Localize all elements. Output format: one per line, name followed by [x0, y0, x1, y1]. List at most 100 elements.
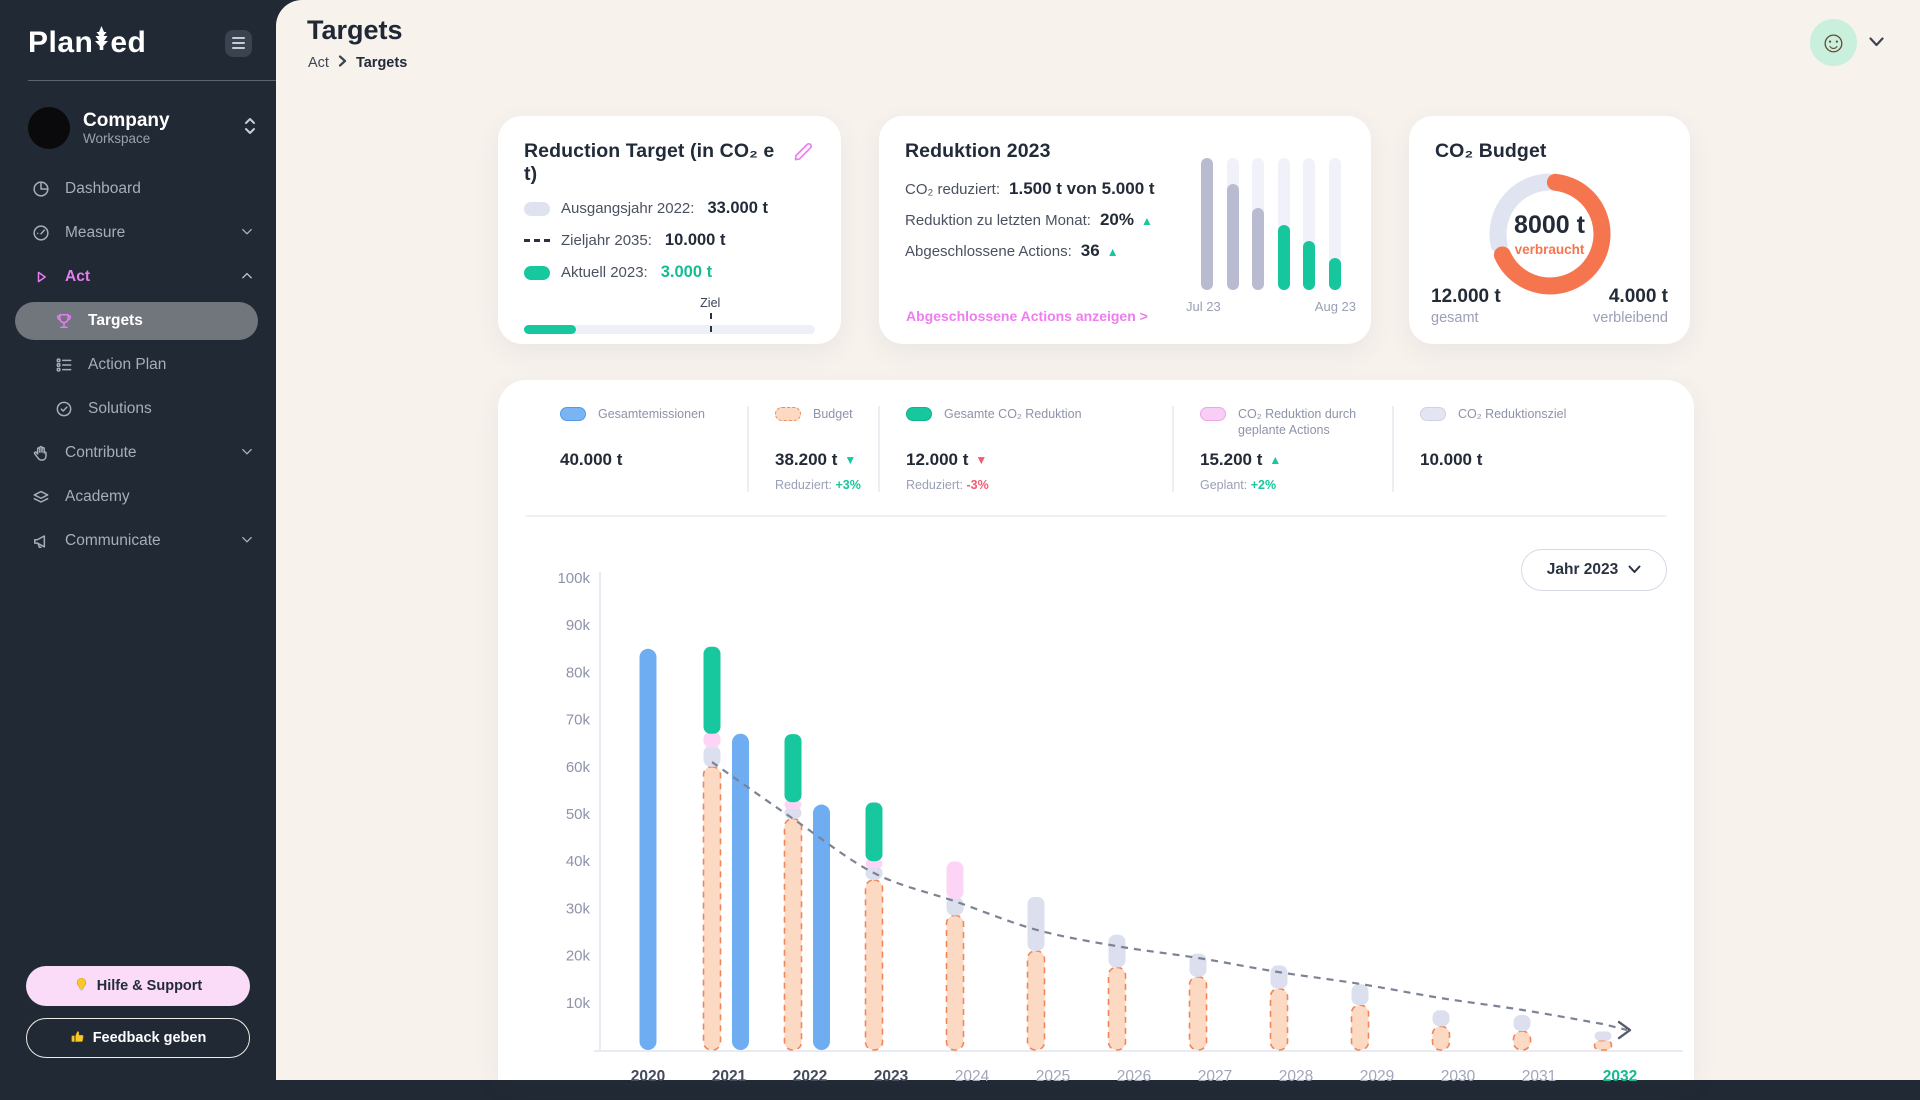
sidebar-item-targets[interactable]: Targets [15, 302, 258, 340]
progress-track [524, 325, 815, 334]
target-progress: Ziel [524, 296, 815, 340]
progress-fill [524, 325, 576, 334]
svg-text:2026: 2026 [1117, 1068, 1151, 1085]
workspace-switcher[interactable]: Company Workspace [28, 107, 256, 149]
breadcrumb-current: Targets [356, 55, 407, 71]
svg-text:2028: 2028 [1279, 1068, 1313, 1085]
play-icon [30, 267, 51, 288]
feedback-button[interactable]: Feedback geben [26, 1018, 250, 1058]
target-row: Ausgangsjahr 2022:33.000 t [524, 199, 815, 218]
svg-text:2020: 2020 [631, 1068, 665, 1085]
sidebar-item-contribute[interactable]: Contribute [0, 431, 276, 475]
sidebar-item-solutions[interactable]: Solutions [0, 387, 276, 431]
gauge-icon [30, 223, 51, 244]
sidebar-item-measure[interactable]: Measure [0, 211, 276, 255]
stat-label: CO₂ Reduktionsziel [1458, 406, 1566, 422]
target-row: Zieljahr 2035:10.000 t [524, 231, 815, 250]
svg-text:2029: 2029 [1360, 1068, 1394, 1085]
stat-gesamtemissionen: Gesamtemissionen 40.000 t [560, 406, 747, 492]
hand-icon [30, 443, 51, 464]
stat-label: Gesamte CO₂ Reduktion [944, 406, 1082, 422]
target-dash-icon [524, 239, 550, 242]
bulb-icon [74, 977, 89, 996]
user-menu: ☺ [1810, 19, 1884, 66]
svg-text:100k: 100k [557, 570, 590, 587]
mini-bar [1201, 158, 1213, 290]
reduktion-row-label: Abgeschlossene Actions: [905, 243, 1072, 260]
user-menu-chevron-icon[interactable] [1869, 34, 1884, 52]
budget-total: 12.000 t gesamt [1431, 286, 1501, 326]
sidebar-item-label: Measure [65, 224, 240, 242]
reduction-target-card: Reduction Target (in CO₂ e t) Ausgangsja… [498, 116, 841, 344]
svg-text:70k: 70k [566, 712, 591, 729]
workspace-type: Workspace [83, 131, 170, 146]
sidebar-item-label: Academy [65, 488, 254, 506]
menu-toggle-button[interactable] [225, 30, 252, 57]
layers-icon [30, 487, 51, 508]
sidebar-item-dashboard[interactable]: Dashboard [0, 167, 276, 211]
sidebar-item-label: Act [65, 268, 240, 286]
edit-target-icon[interactable] [791, 140, 815, 167]
svg-text:2030: 2030 [1441, 1068, 1476, 1085]
svg-text:60k: 60k [566, 759, 591, 776]
breadcrumb-parent[interactable]: Act [308, 55, 329, 71]
logo-text-right: ed [110, 26, 146, 60]
chevron-down-icon [240, 224, 254, 243]
workspace-name: Company [83, 110, 170, 132]
budget-remaining: 4.000 t verbleibend [1593, 286, 1668, 326]
badge-icon [53, 399, 74, 420]
summary-cards: Reduction Target (in CO₂ e t) Ausgangsja… [498, 116, 1690, 344]
sidebar-item-communicate[interactable]: Communicate [0, 519, 276, 563]
show-actions-link[interactable]: Abgeschlossene Actions anzeigen > [906, 308, 1148, 324]
sidebar-item-label: Action Plan [88, 356, 254, 374]
sidebar-item-academy[interactable]: Academy [0, 475, 276, 519]
trend-up-icon: ▲ [1107, 245, 1119, 259]
legend-pill-budget-icon [775, 407, 801, 421]
chart-legend-stats: Gesamtemissionen 40.000 t Budget38.200 t▼R… [560, 406, 1664, 492]
stat-budget: Budget38.200 t▼Reduziert: +3% [747, 406, 878, 492]
svg-text:40k: 40k [566, 853, 591, 870]
reduktion-row-label: Reduktion zu letzten Monat: [905, 212, 1091, 229]
stat-reduktionsziel: CO₂ Reduktionsziel10.000 t [1392, 406, 1576, 492]
stat-subtext: Geplant: +2% [1200, 478, 1382, 492]
budget-used-value: 8000 t [1514, 211, 1585, 240]
emissions-bar-chart: 10k20k30k40k50k60k70k80k90k100k202020212… [538, 560, 1688, 1100]
stat-label: Budget [813, 406, 853, 422]
trend-up-icon: ▲ [1141, 214, 1153, 228]
budget-used-label: verbraucht [1515, 242, 1585, 257]
sidebar-item-action-plan[interactable]: Action Plan [0, 343, 276, 387]
sidebar-item-label: Contribute [65, 444, 240, 462]
stat-label: Gesamtemissionen [598, 406, 705, 422]
target-row-value: 3.000 t [661, 263, 712, 282]
co2-budget-card: CO₂ Budget 8000 t verbraucht 12.000 t ge… [1409, 116, 1690, 344]
help-support-button[interactable]: Hilfe & Support [26, 966, 250, 1006]
svg-text:2027: 2027 [1198, 1068, 1232, 1085]
stat-subtext: Reduziert: -3% [906, 478, 1162, 492]
mini-bar [1278, 158, 1290, 290]
trend-down-icon: ▼ [844, 453, 856, 467]
stat-value: 40.000 t [560, 450, 737, 470]
reduktion-row-value: 20% [1100, 210, 1134, 230]
stat-label: CO₂ Reduktion durch geplante Actions [1238, 406, 1382, 439]
legend-pill-blue-icon [560, 407, 586, 421]
mini-chart-end-label: Aug 23 [1315, 299, 1356, 314]
user-avatar[interactable]: ☺ [1810, 19, 1857, 66]
emissions-chart-panel: Gesamtemissionen 40.000 t Budget38.200 t▼R… [498, 380, 1694, 1080]
svg-text:2031: 2031 [1522, 1068, 1556, 1085]
target-row-label: Zieljahr 2035: [561, 232, 652, 249]
reduktion-row-label: CO₂ reduziert: [905, 181, 1000, 198]
svg-text:80k: 80k [566, 664, 591, 681]
sidebar-item-label: Dashboard [65, 180, 254, 198]
svg-text:2025: 2025 [1036, 1068, 1070, 1085]
svg-text:2032: 2032 [1603, 1068, 1637, 1085]
svg-text:2023: 2023 [874, 1068, 909, 1085]
reduktion-row-value: 1.500 t von 5.000 t [1009, 179, 1155, 199]
legend-pill-pink-icon [1200, 407, 1226, 421]
chevron-down-icon [240, 444, 254, 463]
chevron-down-icon [240, 532, 254, 551]
pine-tree-icon [93, 26, 110, 60]
trophy-icon [53, 311, 74, 332]
baseline-marker-icon [524, 202, 550, 216]
mini-bar [1329, 158, 1341, 290]
sidebar-item-act[interactable]: Act [0, 255, 276, 299]
